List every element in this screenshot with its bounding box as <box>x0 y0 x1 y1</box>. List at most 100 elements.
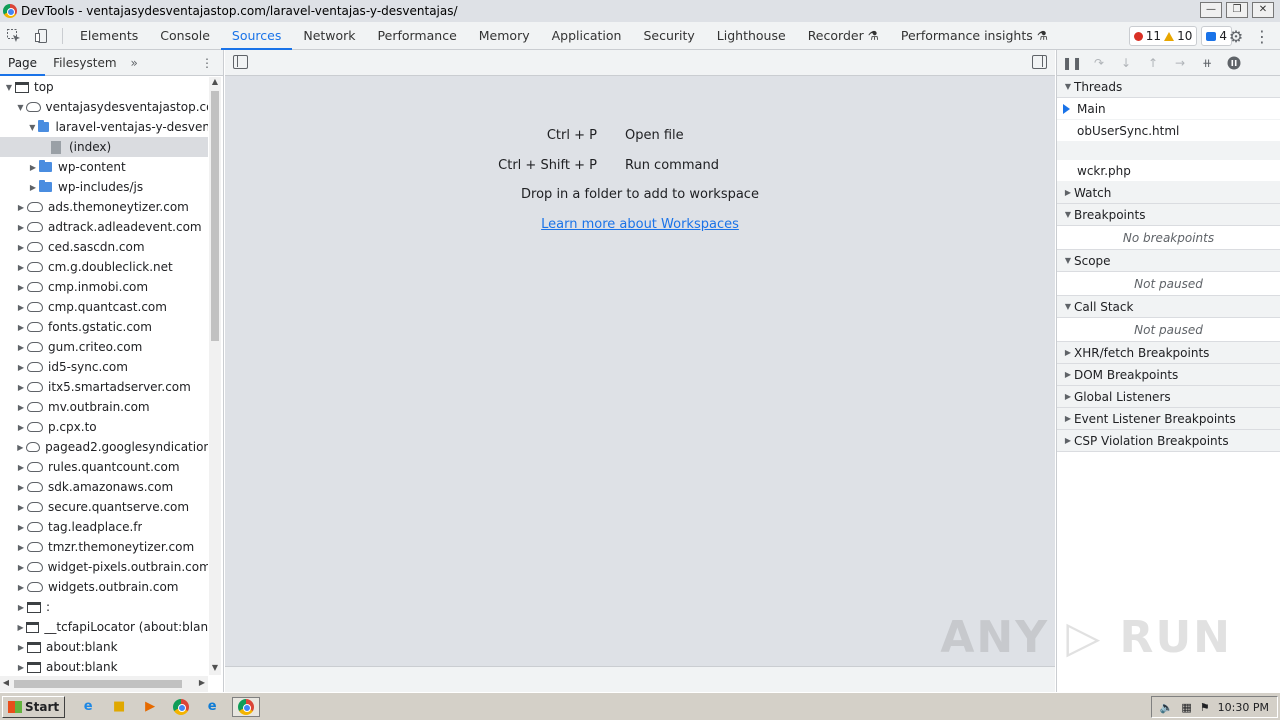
section-event-listener-breakpoints[interactable]: ▶ Event Listener Breakpoints <box>1057 408 1280 430</box>
collapsed-arrow-icon[interactable]: ▶ <box>15 603 27 612</box>
tree-item[interactable]: ▶ secure.quantserve.com <box>0 497 208 517</box>
collapsed-arrow-icon[interactable]: ▶ <box>15 523 27 532</box>
section-watch[interactable]: ▶ Watch <box>1057 182 1280 204</box>
collapsed-arrow-icon[interactable]: ▶ <box>15 643 27 652</box>
expanded-arrow-icon[interactable]: ▼ <box>3 83 15 92</box>
start-button[interactable]: Start <box>2 695 66 718</box>
chrome-active-window-icon[interactable] <box>232 696 261 717</box>
folder-icon[interactable]: ■ <box>108 697 130 717</box>
collapsed-arrow-icon[interactable]: ▶ <box>15 663 27 672</box>
collapsed-arrow-icon[interactable]: ▶ <box>15 423 27 432</box>
scrollbar-thumb[interactable] <box>211 91 219 341</box>
network-icon[interactable]: ▦ <box>1181 701 1191 714</box>
tree-item[interactable]: ▶ about:blank <box>0 637 208 657</box>
collapsed-arrow-icon[interactable]: ▶ <box>15 343 27 352</box>
tree-item[interactable]: ▶ tmzr.themoneytizer.com <box>0 537 208 557</box>
collapsed-arrow-icon[interactable]: ▶ <box>15 303 27 312</box>
internet-explorer-icon[interactable]: e <box>77 697 99 717</box>
deactivate-breakpoints-icon[interactable]: ⧺ <box>1198 54 1216 72</box>
section-xhr-breakpoints[interactable]: ▶ XHR/fetch Breakpoints <box>1057 342 1280 364</box>
collapsed-arrow-icon[interactable]: ▶ <box>15 263 27 272</box>
thread-item[interactable]: obUserSync.html <box>1057 120 1280 142</box>
chrome-icon[interactable] <box>170 697 192 717</box>
collapsed-arrow-icon[interactable]: ▶ <box>15 623 26 632</box>
flag-icon[interactable]: ⚑ <box>1200 701 1210 714</box>
section-threads[interactable]: ▼ Threads <box>1057 76 1280 98</box>
tree-item[interactable]: ▼ laravel-ventajas-y-desventaj <box>0 117 208 137</box>
learn-workspaces-link[interactable]: Learn more about Workspaces <box>541 217 739 232</box>
tree-item[interactable]: ▶ gum.criteo.com <box>0 337 208 357</box>
tree-item[interactable]: ▶ about:blank <box>0 657 208 675</box>
collapsed-arrow-icon[interactable]: ▶ <box>15 203 27 212</box>
toggle-debugger-icon[interactable] <box>1032 55 1047 69</box>
tab-page[interactable]: Page <box>0 50 46 76</box>
tree-item[interactable]: ▶ sdk.amazonaws.com <box>0 477 208 497</box>
section-breakpoints[interactable]: ▼ Breakpoints <box>1057 204 1280 226</box>
collapsed-arrow-icon[interactable]: ▶ <box>15 503 27 512</box>
tab-elements[interactable]: Elements <box>69 22 149 50</box>
collapsed-arrow-icon[interactable]: ▶ <box>15 563 27 572</box>
tab-memory[interactable]: Memory <box>468 22 541 50</box>
collapsed-arrow-icon[interactable]: ▶ <box>15 363 27 372</box>
scrollbar-thumb[interactable] <box>14 680 182 688</box>
minimize-button[interactable]: — <box>1200 2 1222 18</box>
collapsed-arrow-icon[interactable]: ▶ <box>15 403 27 412</box>
tree-item[interactable]: ▶ cmp.inmobi.com <box>0 277 208 297</box>
pause-on-exceptions-icon[interactable] <box>1225 54 1243 72</box>
tab-performance-insights[interactable]: Performance insights ⚗ <box>890 22 1059 50</box>
thread-item[interactable]: wckr.php <box>1057 160 1280 182</box>
step-out-icon[interactable]: ↑ <box>1144 54 1162 72</box>
collapsed-arrow-icon[interactable]: ▶ <box>15 583 27 592</box>
inspect-element-icon[interactable] <box>0 22 28 50</box>
toggle-navigator-icon[interactable] <box>233 55 248 69</box>
tree-item[interactable]: ▶ wp-content <box>0 157 208 177</box>
tree-item[interactable]: ▶ cm.g.doubleclick.net <box>0 257 208 277</box>
tree-item[interactable]: ▶ pagead2.googlesyndication.cc <box>0 437 208 457</box>
tab-sources[interactable]: Sources <box>220 22 293 50</box>
tab-security[interactable]: Security <box>632 22 705 50</box>
tab-console[interactable]: Console <box>149 22 221 50</box>
collapsed-arrow-icon[interactable]: ▶ <box>15 483 27 492</box>
tab-network[interactable]: Network <box>292 22 366 50</box>
scroll-up-arrow-icon[interactable]: ▲ <box>209 77 221 89</box>
media-player-icon[interactable]: ▶ <box>139 697 161 717</box>
section-dom-breakpoints[interactable]: ▶ DOM Breakpoints <box>1057 364 1280 386</box>
issue-counters[interactable]: 11 10 4 <box>1128 26 1232 46</box>
navigator-menu-icon[interactable]: ⋮ <box>201 50 213 76</box>
more-tabs-chevron-icon[interactable]: » <box>125 56 144 70</box>
tree-item[interactable]: ▶ adtrack.adleadevent.com <box>0 217 208 237</box>
section-call-stack[interactable]: ▼ Call Stack <box>1057 296 1280 318</box>
tree-item[interactable]: ▶ fonts.gstatic.com <box>0 317 208 337</box>
scroll-left-arrow-icon[interactable]: ◀ <box>0 678 12 687</box>
tree-item[interactable]: ▼ ventajasydesventajastop.com <box>0 97 208 117</box>
collapsed-arrow-icon[interactable]: ▶ <box>15 383 27 392</box>
tree-item[interactable]: (index) <box>0 137 208 157</box>
tree-item[interactable]: ▶ ads.themoneytizer.com <box>0 197 208 217</box>
section-scope[interactable]: ▼ Scope <box>1057 250 1280 272</box>
tree-item[interactable]: ▶ wp-includes/js <box>0 177 208 197</box>
tree-item[interactable]: ▶ __tcfapiLocator (about:blank) <box>0 617 208 637</box>
tree-item[interactable]: ▶ rules.quantcount.com <box>0 457 208 477</box>
tab-lighthouse[interactable]: Lighthouse <box>706 22 797 50</box>
tree-item[interactable]: ▶ widget-pixels.outbrain.com <box>0 557 208 577</box>
collapsed-arrow-icon[interactable]: ▶ <box>15 543 27 552</box>
section-global-listeners[interactable]: ▶ Global Listeners <box>1057 386 1280 408</box>
collapsed-arrow-icon[interactable]: ▶ <box>15 243 27 252</box>
tab-recorder[interactable]: Recorder ⚗ <box>797 22 890 50</box>
collapsed-arrow-icon[interactable]: ▶ <box>27 183 39 192</box>
thread-main[interactable]: Main <box>1057 98 1280 120</box>
error-warning-counter[interactable]: 11 10 <box>1128 26 1198 46</box>
tree-item[interactable]: ▶ tag.leadplace.fr <box>0 517 208 537</box>
clock[interactable]: 10:30 PM <box>1218 701 1269 714</box>
tree-item[interactable]: ▶ cmp.quantcast.com <box>0 297 208 317</box>
tree-item[interactable]: ▶ ced.sascdn.com <box>0 237 208 257</box>
collapsed-arrow-icon[interactable]: ▶ <box>27 163 39 172</box>
collapsed-arrow-icon[interactable]: ▶ <box>15 463 27 472</box>
collapsed-arrow-icon[interactable]: ▶ <box>15 283 27 292</box>
scroll-right-arrow-icon[interactable]: ▶ <box>196 678 208 687</box>
more-options-icon[interactable]: ⋮ <box>1250 22 1274 50</box>
device-toolbar-icon[interactable] <box>28 22 56 50</box>
expanded-arrow-icon[interactable]: ▼ <box>27 123 38 132</box>
edge-icon[interactable]: e <box>201 697 223 717</box>
tab-application[interactable]: Application <box>541 22 633 50</box>
